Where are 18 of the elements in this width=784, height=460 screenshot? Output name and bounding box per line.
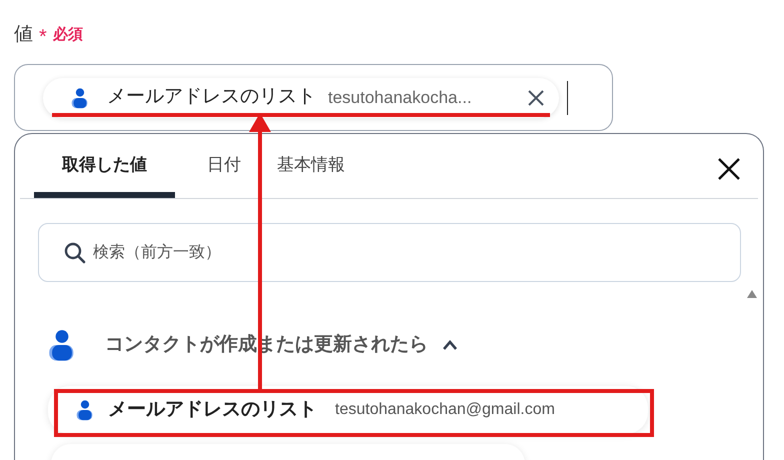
scroll-up-icon [747, 290, 757, 298]
close-icon[interactable] [527, 88, 545, 106]
tab[interactable]: 日付 [189, 138, 259, 198]
item-name: メールアドレスのリスト [108, 398, 317, 422]
text-cursor [567, 80, 568, 114]
close-icon[interactable] [718, 158, 740, 180]
required-text: 必須 [52, 24, 83, 45]
item-value: tesutohanakochan@gmail.com [335, 400, 555, 420]
required-mark: * [39, 25, 47, 50]
chip-name: メールアドレスのリスト [107, 85, 316, 110]
chip-value: tesutohanakocha... [328, 86, 472, 109]
value-chip[interactable]: メールアドレスのリスト tesutohanakocha... [43, 78, 559, 118]
field-label: 値 [14, 22, 33, 47]
tab[interactable]: 基本情報 [259, 138, 363, 198]
search-icon [63, 240, 87, 264]
search-field[interactable]: 検索（前方一致） [38, 223, 741, 282]
tab[interactable]: 取得した値 [34, 138, 175, 198]
search-input[interactable]: 検索（前方一致） [93, 240, 740, 264]
